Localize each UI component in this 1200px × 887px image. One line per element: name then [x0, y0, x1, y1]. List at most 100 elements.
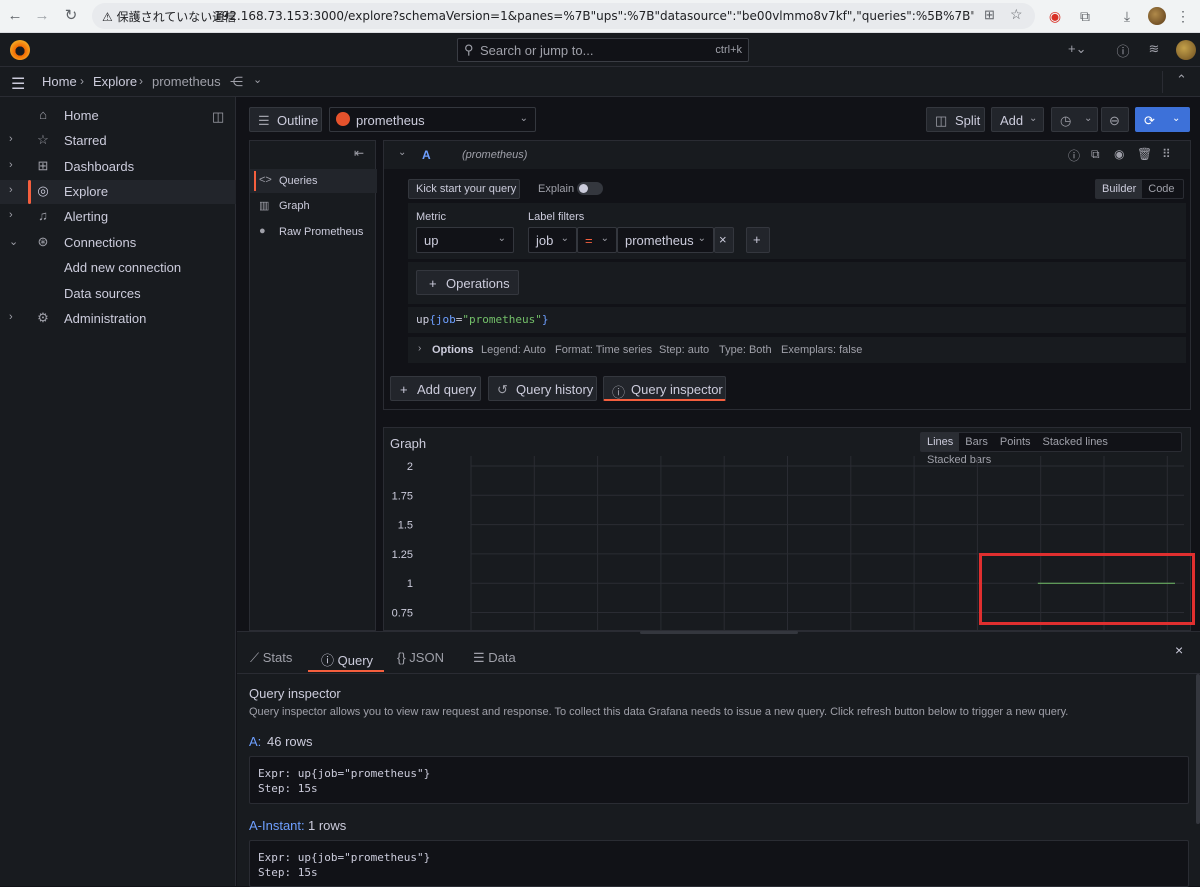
query-history-button[interactable]: ↺ Query history — [488, 376, 597, 401]
breadcrumb-separator-icon: › — [80, 74, 84, 88]
tab-stats[interactable]: ⟋ Stats — [250, 650, 292, 666]
help-icon[interactable]: ⓘ — [1114, 41, 1132, 60]
outline-item-queries[interactable]: <> Queries — [250, 169, 377, 193]
share-icon[interactable]: ⋲ — [230, 74, 243, 90]
sidebar-item-home[interactable]: ⌂ Home — [0, 104, 236, 128]
sidebar-item-dashboards[interactable]: › ⊞ Dashboards — [0, 155, 236, 179]
copy-icon[interactable]: ⧉ — [1091, 147, 1100, 162]
breadcrumb-home[interactable]: Home — [42, 74, 77, 89]
outline-item-graph[interactable]: ▥ Graph — [250, 194, 377, 218]
chevron-right-icon[interactable]: › — [9, 159, 13, 171]
query-refid[interactable]: A — [422, 148, 431, 162]
sidebar-item-starred[interactable]: › ☆ Starred — [0, 129, 236, 153]
chevron-right-icon[interactable]: › — [9, 311, 13, 323]
tab-data[interactable]: ☰ Data — [473, 650, 516, 666]
scrollbar[interactable] — [1196, 674, 1200, 824]
bookmark-star-icon[interactable]: ☆ — [1010, 6, 1023, 23]
forward-icon[interactable]: → — [33, 7, 51, 25]
style-stacked-lines[interactable]: Stacked lines — [1037, 433, 1114, 451]
datasource-picker[interactable]: prometheus ⌄ — [329, 107, 536, 132]
sidebar-item-administration[interactable]: › ⚙ Administration — [0, 307, 236, 331]
sidebar-item-add-new-connection[interactable]: Add new connection — [0, 256, 236, 280]
close-icon[interactable]: × — [1175, 642, 1183, 658]
back-icon[interactable]: ← — [6, 7, 24, 25]
label-key-select[interactable]: job ⌄ — [528, 227, 577, 253]
url-text[interactable]: 192.168.73.153:3000/explore?schemaVersio… — [214, 9, 974, 23]
outline-item-raw-prometheus[interactable]: ● Raw Prometheus — [250, 220, 377, 244]
menu-icon[interactable]: ⋮ — [1174, 7, 1192, 25]
sidebar-item-alerting[interactable]: › ♫ Alerting — [0, 205, 236, 229]
sidebar-item-label: Add new connection — [64, 260, 182, 275]
new-plus-icon[interactable]: +⌄ — [1068, 41, 1086, 57]
prometheus-logo-icon — [336, 112, 350, 126]
sidebar-item-explore[interactable]: › ◎ Explore — [0, 180, 236, 204]
add-filter-button[interactable]: + — [746, 227, 770, 253]
remove-filter-button[interactable]: × — [714, 227, 734, 253]
style-lines[interactable]: Lines — [921, 433, 960, 451]
breadcrumb-explore[interactable]: Explore — [93, 74, 137, 89]
chevron-down-icon: ⌄ — [497, 233, 506, 244]
chevron-down-icon[interactable]: ⌄ — [9, 235, 18, 248]
record-icon[interactable]: ◉ — [1046, 7, 1064, 25]
options-row[interactable]: › Options Legend: Auto Format: Time seri… — [408, 337, 1186, 363]
explain-toggle[interactable] — [577, 182, 603, 195]
tab-json[interactable]: {} JSON — [397, 650, 444, 665]
hamburger-menu-icon[interactable]: ☰ — [11, 74, 25, 94]
add-button[interactable]: Add ⌄ — [991, 107, 1044, 132]
query-inspector-label: Query inspector — [631, 382, 723, 397]
add-query-button[interactable]: + Add query — [390, 376, 481, 401]
collapse-outline-icon[interactable]: ⇤ — [354, 146, 364, 160]
sidebar-item-label: Alerting — [64, 209, 109, 224]
expr-brace: } — [541, 313, 549, 326]
sidebar-item-connections[interactable]: ⌄ ⊛ Connections — [0, 231, 236, 255]
chevron-right-icon[interactable]: › — [9, 184, 13, 196]
query-preview: up{job="prometheus"} — [408, 307, 1186, 333]
metric-select[interactable]: up ⌄ — [416, 227, 514, 253]
query-inspector-button[interactable]: ⓘ Query inspector — [603, 376, 726, 401]
plus-icon: + — [429, 276, 437, 291]
result-step: Step: 15s — [258, 866, 318, 879]
chevron-right-icon[interactable]: › — [9, 133, 13, 145]
time-picker-button[interactable]: ◷ ⌄ — [1051, 107, 1098, 132]
builder-mode-tab[interactable]: Builder — [1096, 180, 1143, 198]
graph-style-toggle[interactable]: Lines Bars Points Stacked linesStacked bars — [920, 432, 1182, 466]
user-avatar[interactable] — [1176, 40, 1196, 60]
news-rss-icon[interactable]: ≋ — [1145, 41, 1163, 57]
kick-start-button[interactable]: Kick start your query — [408, 179, 520, 199]
inspector-description: Query inspector allows you to view raw r… — [249, 706, 1069, 718]
collapse-header-icon[interactable]: ⌃ — [1176, 72, 1187, 88]
label-operator-select[interactable]: = ⌄ — [577, 227, 617, 253]
style-bars[interactable]: Bars — [959, 433, 994, 451]
translate-icon[interactable]: ⊞ — [984, 7, 995, 23]
code-mode-tab[interactable]: Code — [1142, 180, 1180, 198]
tab-query[interactable]: ⓘ Query — [321, 650, 373, 669]
grafana-logo-icon[interactable] — [10, 40, 30, 60]
editor-mode-toggle[interactable]: Builder Code — [1095, 179, 1184, 199]
reload-icon[interactable]: ↻ — [62, 7, 80, 25]
style-points[interactable]: Points — [994, 433, 1037, 451]
extensions-icon[interactable]: ⧉ — [1076, 7, 1094, 25]
label-value-select[interactable]: prometheus ⌄ — [617, 227, 714, 253]
share-dropdown-icon[interactable]: ⌄ — [253, 73, 262, 86]
zoom-out-button[interactable]: ⊖ — [1101, 107, 1129, 132]
search-bar[interactable]: ⚲ Search or jump to... ctrl+k — [457, 38, 749, 62]
profile-avatar[interactable] — [1148, 7, 1166, 25]
query-row-header: ⌄ A (prometheus) ⓘ ⧉ ◉ 🗑 ⠿ — [384, 141, 1190, 169]
run-query-button[interactable]: ⟳ ⌄ — [1135, 107, 1190, 132]
y-tick-label: 2 — [407, 461, 413, 473]
chevron-right-icon[interactable]: › — [9, 209, 13, 221]
download-icon[interactable]: ⤓ — [1118, 7, 1136, 25]
outline-button[interactable]: ☰ Outline — [249, 107, 322, 132]
drag-handle-icon[interactable]: ⠿ — [1162, 147, 1171, 161]
label-value: prometheus — [625, 233, 694, 248]
address-bar[interactable]: ⚠ 保護されていない通信 192.168.73.153:3000/explore… — [92, 3, 1035, 29]
split-button[interactable]: ◫ Split — [926, 107, 985, 132]
help-icon[interactable]: ⓘ — [1068, 147, 1080, 164]
trash-icon[interactable]: 🗑 — [1137, 147, 1152, 161]
code-brackets-icon: <> — [259, 174, 272, 186]
sidebar-item-data-sources[interactable]: Data sources — [0, 282, 236, 306]
operations-button[interactable]: + Operations — [416, 270, 519, 295]
chevron-down-icon[interactable]: ⌄ — [398, 147, 406, 158]
drawer-resize-handle[interactable] — [640, 631, 798, 634]
eye-icon[interactable]: ◉ — [1114, 147, 1124, 161]
